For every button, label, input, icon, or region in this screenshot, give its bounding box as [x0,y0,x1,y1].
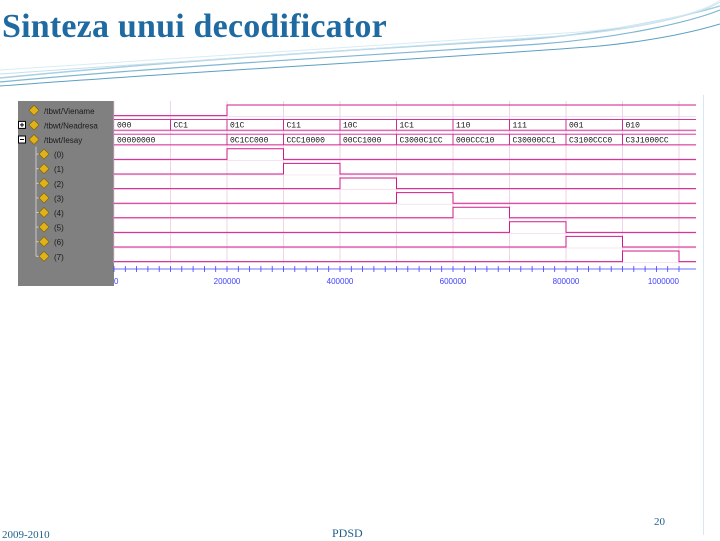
page-number: 20 [654,516,665,528]
right-margin-rule [703,95,704,535]
time-tick-label: 600000 [440,277,467,286]
bus-output-value: 00000000 [117,136,156,145]
bus-address-value: C11 [287,122,302,131]
bus-address-value: 01C [230,122,245,131]
bus-address-value: 010 [626,122,641,131]
signal-name[interactable]: (2) [54,180,64,189]
signal-name[interactable]: (3) [54,194,64,203]
waveform-viewer[interactable]: /tbwt/Viename/tbwt/Neadresa/tbwt/Iesay (0… [18,101,696,286]
bus-address-value: 000 [117,122,132,131]
bus-output-value: C3000C1CC [400,136,443,145]
footer-course: PDSD [332,526,363,540]
bus-output-value: 000CCC10 [456,136,495,145]
bus-output-value: C3J1000CC [626,136,669,145]
bus-address-value: 110 [456,122,471,131]
signal-name[interactable]: (1) [54,165,64,174]
bus-address-value: 111 [513,122,528,131]
time-tick-label: 1000000 [648,277,680,286]
signal-name[interactable]: (6) [54,238,64,247]
bus-output-value: 0C1CC000 [230,136,269,145]
slide-title: Sinteza unui decodificator [2,8,387,45]
time-tick-label: 400000 [327,277,354,286]
signal-name[interactable]: (7) [54,253,64,262]
bus-output-value: CCC10000 [287,136,326,145]
bus-output-value: 00CC1000 [343,136,382,145]
signal-name[interactable]: /tbwt/Neadresa [44,121,98,130]
bus-address-value: 001 [569,122,584,131]
bus-address-value: CC1 [174,122,189,131]
bus-address-value: 1C1 [400,122,415,131]
signal-name[interactable]: /tbwt/Iesay [44,136,82,145]
time-tick-label: 800000 [553,277,580,286]
signal-name[interactable]: (0) [54,151,64,160]
footer-year: 2009-2010 [2,529,50,541]
time-tick-label: 0 [114,277,119,286]
signal-name[interactable]: (5) [54,224,64,233]
time-tick-label: 200000 [214,277,241,286]
bus-output-value: C30000CC1 [513,136,556,145]
bus-address-value: 10C [343,122,358,131]
signal-name[interactable]: /tbwt/Viename [44,107,95,116]
signal-name[interactable]: (4) [54,209,64,218]
bus-output-value: C3100CCC0 [569,136,612,145]
